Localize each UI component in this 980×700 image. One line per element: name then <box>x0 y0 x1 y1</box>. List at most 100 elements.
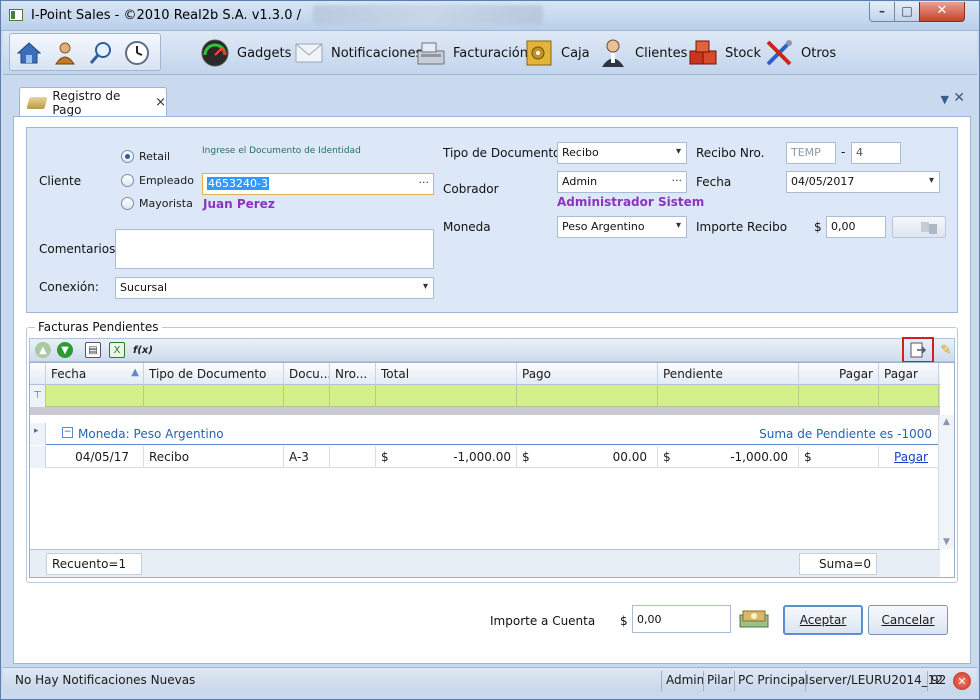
col-tipo-documento[interactable]: Tipo de Documento <box>144 363 284 385</box>
ribbon-caja[interactable]: Caja <box>523 34 590 72</box>
radio-retail[interactable]: Retail <box>121 150 170 163</box>
col-pendiente[interactable]: Pendiente <box>658 363 799 385</box>
close-tab-icon[interactable]: × <box>155 95 166 110</box>
export-icon <box>910 342 927 358</box>
ribbon-notificaciones[interactable]: Notificaciones <box>293 34 422 72</box>
document-id-input[interactable]: 4653240-3 <box>202 173 434 195</box>
vertical-scrollbar[interactable]: ▲ ▼ <box>938 415 954 549</box>
cell-pendiente: $ -1,000.00 <box>658 446 799 468</box>
home-icon[interactable] <box>14 38 44 68</box>
filter-cell[interactable] <box>144 385 284 407</box>
status-notifications[interactable]: No Hay Notificaciones Nuevas <box>15 673 195 687</box>
filter-cell[interactable] <box>330 385 376 407</box>
recibo-number-input[interactable]: 4 <box>851 142 901 164</box>
tab-registro-de-pago[interactable]: Registro de Pago × <box>19 87 167 117</box>
close-document-icon[interactable]: ✕ <box>953 90 965 106</box>
export-button[interactable] <box>902 337 934 363</box>
col-fecha[interactable]: Fecha ▲ <box>46 363 144 385</box>
ribbon-stock[interactable]: Stock <box>687 34 761 72</box>
col-nro[interactable]: Nro... <box>330 363 376 385</box>
cell-pago[interactable]: $ 00.00 <box>517 446 658 468</box>
cell-pendiente-currency: $ <box>663 450 671 464</box>
collapse-group-icon[interactable]: − <box>62 427 73 438</box>
col-pagar-link[interactable]: Pagar <box>879 363 939 385</box>
radio-mayorista[interactable]: Mayorista <box>121 197 193 210</box>
cell-pendiente-value: -1,000.00 <box>730 450 788 464</box>
importe-recibo-input[interactable]: 0,00 <box>826 216 886 238</box>
excel-icon[interactable]: X <box>109 342 125 358</box>
importe-recibo-label: Importe Recibo <box>696 220 788 234</box>
cell-pagar-currency: $ <box>804 450 812 464</box>
conexion-select[interactable]: Sucursal <box>115 277 434 299</box>
cobrador-input[interactable]: Admin <box>557 171 687 193</box>
title-bar: I-Point Sales - ©2010 Real2b S.A. v1.3.0… <box>1 1 979 31</box>
filter-cell[interactable] <box>376 385 517 407</box>
preview-icon[interactable]: ▤ <box>85 342 101 358</box>
cash-register-icon <box>415 37 447 69</box>
moneda-select[interactable]: Peso Argentino <box>557 216 687 238</box>
tab-menu-chevron-down-icon[interactable]: ▼ <box>941 93 949 106</box>
users-icon[interactable] <box>50 38 80 68</box>
scroll-down-icon[interactable]: ▼ <box>943 537 950 547</box>
ribbon-facturacion[interactable]: Facturación <box>415 34 528 72</box>
close-window-button[interactable]: ✕ <box>919 2 965 22</box>
group-summary: Suma de Pendiente es -1000 <box>759 427 932 441</box>
fecha-picker[interactable]: 04/05/2017 <box>786 171 940 193</box>
ribbon-stock-label: Stock <box>725 45 761 61</box>
main-ribbon: Gadgets Notificaciones Facturación Caja … <box>3 31 977 75</box>
filter-row[interactable]: ⊤ <box>30 385 940 407</box>
comentarios-field[interactable] <box>115 229 434 269</box>
col-total[interactable]: Total <box>376 363 517 385</box>
maximize-icon: □ <box>901 4 913 18</box>
cell-total-value: -1,000.00 <box>453 450 511 464</box>
col-documento[interactable]: Docu... <box>284 363 330 385</box>
quick-access-bar <box>9 33 161 71</box>
recibo-prefix-input[interactable]: TEMP <box>786 142 836 164</box>
maximize-button[interactable]: □ <box>894 2 920 22</box>
down-arrow-icon[interactable]: ▼ <box>57 342 73 358</box>
filter-cell[interactable] <box>879 385 939 407</box>
broom-icon[interactable]: ✎ <box>938 342 954 358</box>
status-divider <box>927 671 928 691</box>
calculator-button[interactable] <box>892 216 946 238</box>
cancelar-button[interactable]: Cancelar <box>868 605 948 635</box>
filter-cell[interactable] <box>46 385 144 407</box>
row-selector-header <box>30 363 46 385</box>
importe-cuenta-input[interactable]: 0,00 <box>632 605 731 633</box>
tipo-documento-select[interactable]: Recibo <box>557 142 687 164</box>
ribbon-otros[interactable]: Otros <box>763 34 836 72</box>
ribbon-gadgets[interactable]: Gadgets <box>199 34 291 72</box>
boxes-icon <box>687 37 719 69</box>
importe-currency: $ <box>814 220 822 234</box>
status-divider <box>703 671 704 691</box>
count-summary: Recuento=1 <box>46 553 142 575</box>
radio-empleado[interactable]: Empleado <box>121 174 194 187</box>
filter-cell[interactable] <box>658 385 799 407</box>
document-hint: Ingrese el Documento de Identidad <box>202 146 361 156</box>
group-row-moneda[interactable]: ▸ − Moneda: Peso Argentino Suma de Pendi… <box>30 423 940 445</box>
status-divider <box>805 671 806 691</box>
cell-total-currency: $ <box>381 450 389 464</box>
clock-icon[interactable] <box>122 38 152 68</box>
filter-cell[interactable] <box>284 385 330 407</box>
ribbon-facturacion-label: Facturación <box>453 45 528 61</box>
filter-cell[interactable] <box>799 385 879 407</box>
close-error-icon[interactable]: ✕ <box>953 672 971 690</box>
facturas-grid: Fecha ▲ Tipo de Documento Docu... Nro...… <box>29 362 955 578</box>
cell-pagar-amount[interactable]: $ <box>799 446 879 468</box>
ribbon-clientes[interactable]: Clientes <box>597 34 687 72</box>
formula-icon[interactable]: f(x) <box>133 342 153 358</box>
aceptar-button[interactable]: Aceptar <box>783 605 863 635</box>
cash-icon[interactable] <box>738 607 770 631</box>
scroll-up-icon[interactable]: ▲ <box>943 417 950 427</box>
table-row[interactable]: 04/05/17 Recibo A-3 $ -1,000.00 $ 00.00 … <box>30 446 940 468</box>
col-pagar-amount[interactable]: Pagar <box>799 363 879 385</box>
filter-cell[interactable] <box>517 385 658 407</box>
search-icon[interactable] <box>86 38 116 68</box>
radio-dot <box>121 174 134 187</box>
aceptar-label: Aceptar <box>799 613 847 627</box>
minimize-button[interactable]: – <box>869 2 895 22</box>
col-pago[interactable]: Pago <box>517 363 658 385</box>
pagar-link[interactable]: Pagar <box>894 450 928 464</box>
up-arrow-icon[interactable]: ▲ <box>35 342 51 358</box>
